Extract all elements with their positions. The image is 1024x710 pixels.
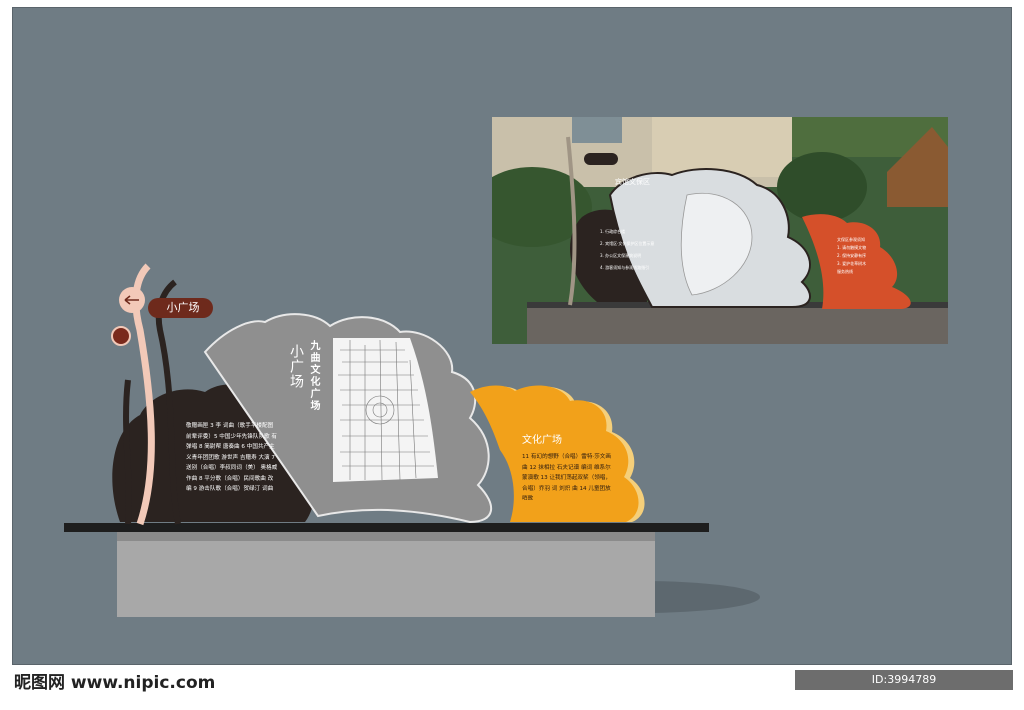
photo-left-line: 2. 宾馆区·文化保护区位置示意	[600, 241, 655, 246]
pedestal-top	[117, 531, 655, 541]
dark-pole-left	[123, 379, 132, 525]
reference-photo-art	[492, 117, 948, 344]
photo-right-line: 服务热线	[837, 269, 853, 274]
photo-left-line: 4. 游客须知与参观线路指引	[600, 265, 650, 270]
photo-tag	[584, 153, 618, 165]
photo-right-line: 3. 爱护花草树木	[837, 261, 867, 266]
pedestal-base	[117, 531, 655, 617]
red-disc	[111, 326, 131, 346]
photo-bush	[777, 152, 867, 222]
small-plaza-tag-label: 小广场	[166, 301, 200, 314]
reference-photo: 宾馆文保区 1. 行政综合楼 2. 宾馆区·文化保护区位置示意 3. 办公区文保…	[492, 117, 948, 344]
photo-right-line: 文保区参观须知	[837, 237, 865, 242]
right-panel-text: 11 有幻的想野（合唱）雷特·莎文画曲 12 抹相拉 石夫记谱 编词 维系尔蒙演…	[522, 454, 611, 500]
photo-building-right	[652, 117, 792, 177]
left-panel-text: 敬赠画匣 3 李 词曲（歌手平楼配图前辈评委）5 中国少年先锋队队歌 有弹唱 8…	[186, 423, 278, 492]
signboard-render	[64, 263, 760, 617]
watermark-id: ID:3994789 NO:20170511205105910039	[795, 670, 1013, 706]
ledge	[64, 523, 709, 532]
map-title: 九曲文化广场	[308, 340, 319, 412]
photo-right-line: 2. 保持安静有序	[837, 253, 867, 258]
photo-pedestal	[527, 305, 948, 344]
photo-right-line: 1. 请勿触摸文物	[837, 245, 867, 250]
photo-left-line: 3. 办公区文保建筑说明	[600, 253, 642, 258]
photo-title: 宾馆文保区	[615, 178, 650, 186]
photo-left-line: 1. 行政综合楼	[600, 229, 626, 234]
small-plaza-vertical-title: 小广场	[288, 344, 304, 389]
watermark-logo: 昵图网 www.nipic.com	[14, 673, 216, 693]
photo-window	[572, 117, 622, 143]
culture-plaza-title: 文化广场	[522, 435, 562, 446]
